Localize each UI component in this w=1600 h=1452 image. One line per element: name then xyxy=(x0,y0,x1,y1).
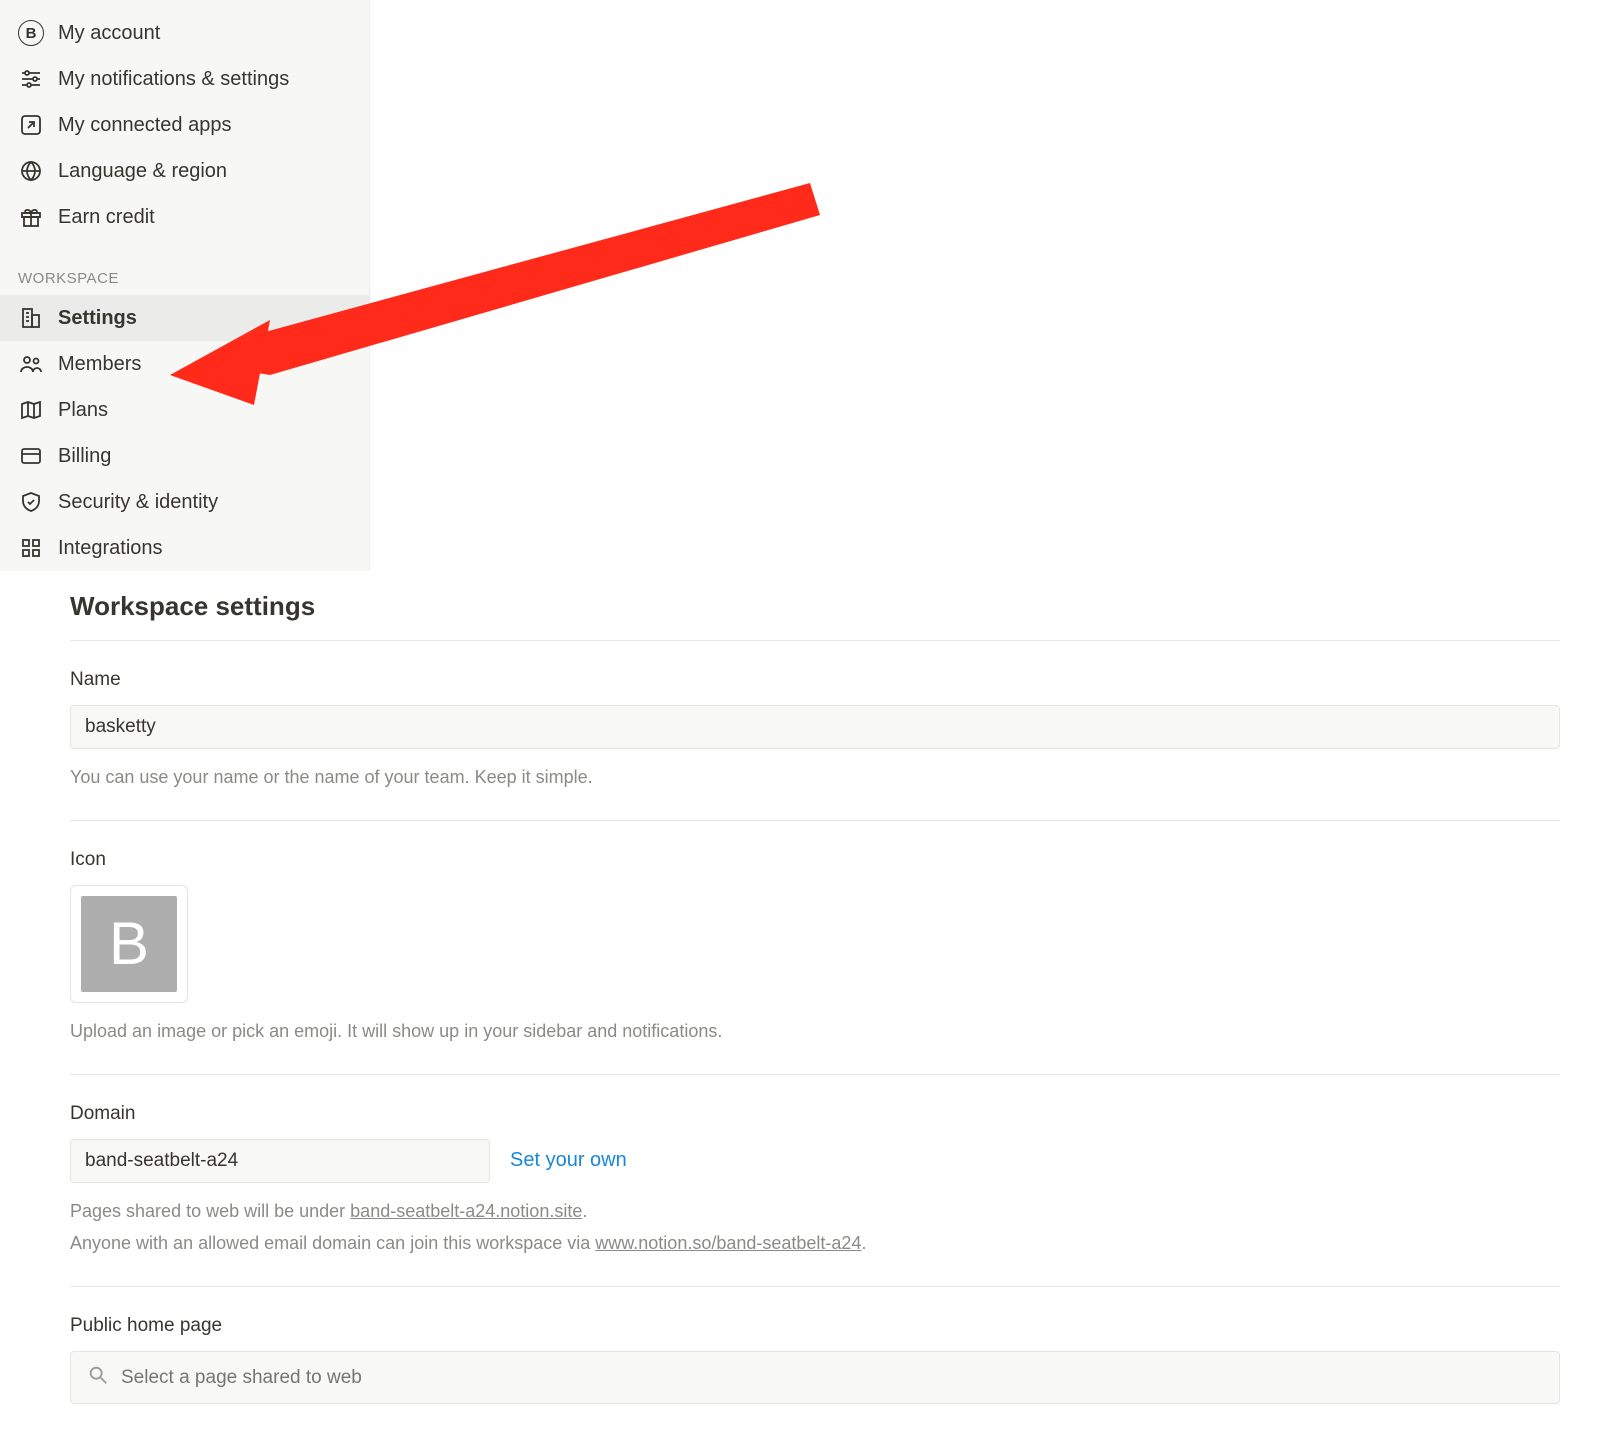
icon-label: Icon xyxy=(70,849,1560,871)
settings-sidebar: B My account My notifications & settings… xyxy=(0,0,370,571)
sidebar-item-language[interactable]: Language & region xyxy=(0,148,369,194)
section-icon: Icon B Upload an image or pick an emoji.… xyxy=(70,821,1560,1074)
name-helper: You can use your name or the name of you… xyxy=(70,763,1560,792)
workspace-icon-letter: B xyxy=(81,896,177,992)
public-home-label: Public home page xyxy=(70,1315,1560,1337)
domain-label: Domain xyxy=(70,1103,1560,1125)
join-url-link[interactable]: www.notion.so/band-seatbelt-a24 xyxy=(595,1233,861,1253)
sidebar-item-label: Settings xyxy=(58,307,137,330)
sidebar-item-label: Plans xyxy=(58,399,108,422)
sidebar-item-security[interactable]: Security & identity xyxy=(0,479,369,525)
page-title: Workspace settings xyxy=(70,591,1560,622)
sidebar-item-plans[interactable]: Plans xyxy=(0,387,369,433)
sidebar-item-notifications[interactable]: My notifications & settings xyxy=(0,56,369,102)
building-icon xyxy=(18,305,44,331)
map-icon xyxy=(18,397,44,423)
people-icon xyxy=(18,351,44,377)
workspace-name-input[interactable] xyxy=(70,705,1560,749)
sidebar-item-label: Billing xyxy=(58,445,111,468)
search-icon xyxy=(87,1364,109,1391)
sidebar-item-label: My connected apps xyxy=(58,114,231,137)
sidebar-item-settings[interactable]: Settings xyxy=(0,295,369,341)
section-domain: Domain Set your own Pages shared to web … xyxy=(70,1075,1560,1287)
sidebar-item-integrations[interactable]: Integrations xyxy=(0,525,369,571)
globe-icon xyxy=(18,158,44,184)
sidebar-item-members[interactable]: Members xyxy=(0,341,369,387)
public-home-input[interactable] xyxy=(121,1367,1543,1389)
credit-card-icon xyxy=(18,443,44,469)
arrow-up-right-icon xyxy=(18,112,44,138)
shield-icon xyxy=(18,489,44,515)
sidebar-item-label: Language & region xyxy=(58,160,227,183)
section-public-home: Public home page xyxy=(70,1287,1560,1432)
icon-helper: Upload an image or pick an emoji. It wil… xyxy=(70,1017,1560,1046)
section-name: Name You can use your name or the name o… xyxy=(70,641,1560,820)
domain-helper-1: Pages shared to web will be under band-s… xyxy=(70,1197,1560,1226)
sidebar-item-label: Earn credit xyxy=(58,206,155,229)
sidebar-item-label: My account xyxy=(58,22,160,45)
sidebar-item-my-account[interactable]: B My account xyxy=(0,10,369,56)
public-home-selector[interactable] xyxy=(70,1351,1560,1404)
domain-helper-2: Anyone with an allowed email domain can … xyxy=(70,1229,1560,1258)
sidebar-item-earn-credit[interactable]: Earn credit xyxy=(0,194,369,240)
set-your-own-link[interactable]: Set your own xyxy=(510,1149,627,1172)
sidebar-section-workspace: WORKSPACE xyxy=(0,240,369,295)
sidebar-item-label: Members xyxy=(58,353,141,376)
sliders-icon xyxy=(18,66,44,92)
workspace-icon-picker[interactable]: B xyxy=(70,885,188,1003)
sidebar-item-label: Security & identity xyxy=(58,491,218,514)
sidebar-item-billing[interactable]: Billing xyxy=(0,433,369,479)
grid-icon xyxy=(18,535,44,561)
sidebar-item-connected-apps[interactable]: My connected apps xyxy=(0,102,369,148)
workspace-domain-input[interactable] xyxy=(70,1139,490,1183)
gift-icon xyxy=(18,204,44,230)
sidebar-item-label: My notifications & settings xyxy=(58,68,289,91)
domain-url-link[interactable]: band-seatbelt-a24.notion.site xyxy=(350,1201,582,1221)
sidebar-item-label: Integrations xyxy=(58,537,163,560)
name-label: Name xyxy=(70,669,1560,691)
account-initial-icon: B xyxy=(18,20,44,46)
settings-main: Workspace settings Name You can use your… xyxy=(0,571,1600,1452)
